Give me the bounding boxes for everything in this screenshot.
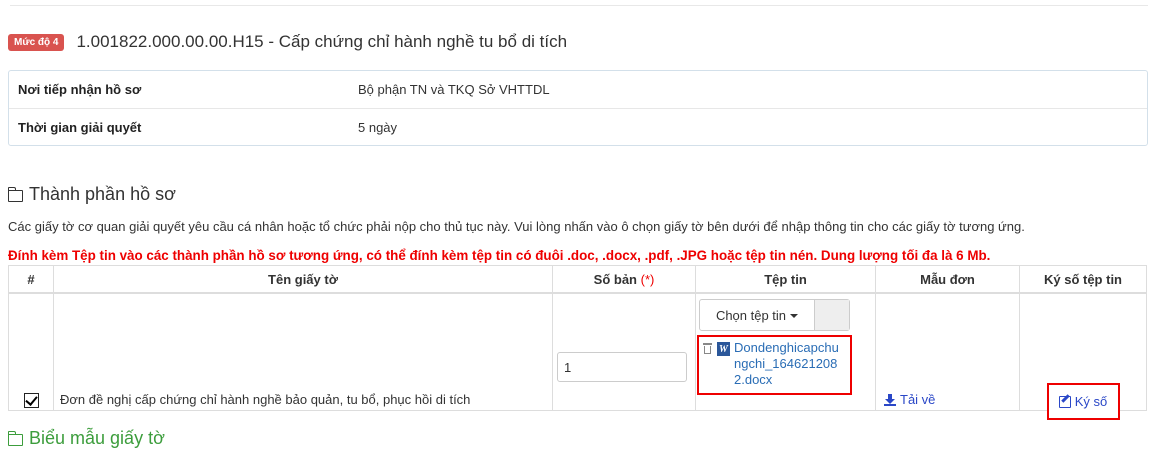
documents-table: # Tên giấy tờ Số bản (*) Tệp tin Mẫu đơn… [8, 265, 1147, 420]
procedure-title: 1.001822.000.00.00.H15 - Cấp chứng chỉ h… [76, 32, 568, 51]
word-document-icon: W [717, 342, 730, 356]
row-copies-cell [552, 292, 696, 411]
section-components-label: Thành phần hồ sơ [29, 184, 176, 204]
download-icon [884, 393, 896, 406]
trash-icon[interactable] [703, 343, 712, 354]
row-name-cell: Đơn đề nghị cấp chứng chỉ hành nghề bảo … [53, 292, 553, 411]
folder-icon [8, 430, 23, 446]
folder-icon [8, 186, 23, 202]
row-file-cell: Chọn tệp tin W Dondenghicapchungchi_1646… [695, 292, 876, 411]
procedure-info-table: Nơi tiếp nhận hồ sơ Bộ phận TN và TKQ Sở… [8, 70, 1148, 146]
choose-file-button[interactable]: Chọn tệp tin [700, 300, 815, 330]
copies-input[interactable] [557, 352, 687, 382]
edit-icon [1058, 395, 1071, 408]
attached-file-link[interactable]: Dondenghicapchungchi_1646212082.docx [734, 340, 840, 388]
choose-file-label: Chọn tệp tin [715, 307, 787, 323]
info-label: Thời gian giải quyết [18, 120, 142, 135]
row-checkbox-cell [8, 292, 54, 411]
digital-sign-label: Ký số [1074, 394, 1108, 409]
info-row-processing-time: Thời gian giải quyết 5 ngày [9, 108, 1147, 146]
sign-wrapper: Ký số [1020, 383, 1146, 420]
table-header-row: # Tên giấy tờ Số bản (*) Tệp tin Mẫu đơn… [8, 265, 1147, 294]
attachment-warning: Đính kèm Tệp tin vào các thành phần hồ s… [8, 248, 991, 263]
col-template: Mẫu đơn [875, 265, 1020, 294]
table-row: Đơn đề nghị cấp chứng chỉ hành nghề bảo … [8, 292, 1147, 420]
col-number: # [8, 265, 54, 294]
col-sign-file: Ký số tệp tin [1019, 265, 1147, 294]
info-row-receiving-place: Nơi tiếp nhận hồ sơ Bộ phận TN và TKQ Sở… [9, 71, 1147, 108]
col-document-name: Tên giấy tờ [53, 265, 553, 294]
copies-wrapper [553, 294, 695, 410]
section-components-title: Thành phần hồ sơ [8, 184, 176, 205]
section-forms-title[interactable]: Biểu mẫu giấy tờ [8, 428, 165, 449]
download-template-link[interactable]: Tải về [876, 392, 1019, 410]
choose-file-addon [815, 300, 849, 330]
attached-file-highlight: W Dondenghicapchungchi_1646212082.docx [697, 335, 852, 395]
info-value: Bộ phận TN và TKQ Sở VHTTDL [358, 82, 550, 97]
row-sign-cell: Ký số [1019, 292, 1147, 420]
col-copies-label: Số bản [593, 271, 637, 287]
choose-file-dropdown[interactable]: Chọn tệp tin [699, 299, 850, 331]
level-badge: Mức độ 4 [8, 33, 65, 51]
col-file: Tệp tin [695, 265, 876, 294]
caret-down-icon [790, 314, 799, 318]
document-checkbox[interactable] [23, 393, 39, 408]
procedure-header: Mức độ 4 1.001822.000.00.00.H15 - Cấp ch… [8, 32, 567, 52]
info-label: Nơi tiếp nhận hồ sơ [18, 82, 142, 97]
section-forms-label: Biểu mẫu giấy tờ [29, 428, 165, 448]
info-value: 5 ngày [358, 120, 398, 135]
top-divider [10, 5, 1148, 6]
document-name: Đơn đề nghị cấp chứng chỉ hành nghề bảo … [60, 392, 471, 407]
col-copies: Số bản (*) [552, 265, 696, 294]
required-mark: (*) [640, 271, 655, 287]
row-template-cell: Tải về [875, 292, 1020, 411]
digital-sign-button[interactable]: Ký số [1046, 383, 1120, 420]
components-description: Các giấy tờ cơ quan giải quyết yêu cầu c… [8, 219, 1025, 234]
file-cell-wrapper: Chọn tệp tin W Dondenghicapchungchi_1646… [696, 294, 875, 410]
download-label: Tải về [900, 392, 936, 407]
